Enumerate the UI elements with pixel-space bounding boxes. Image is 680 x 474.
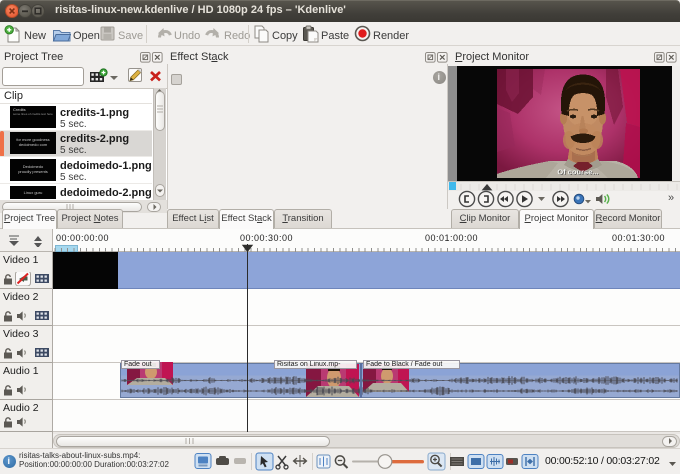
svg-text:Of course...: Of course... [557, 168, 598, 177]
